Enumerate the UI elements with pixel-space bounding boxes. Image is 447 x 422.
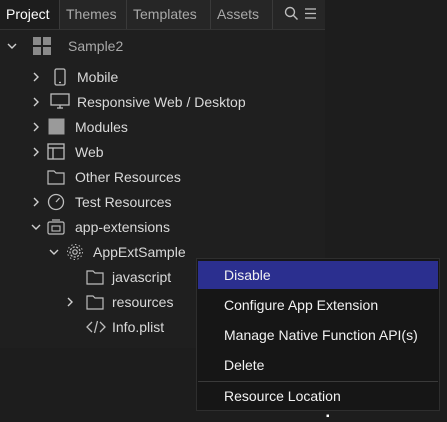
menu-item-label: Configure App Extension: [224, 297, 379, 313]
folder-icon: [47, 168, 65, 186]
tree-item-label: Sample2: [68, 37, 124, 54]
chevron-right-icon[interactable]: [30, 146, 42, 158]
tree-item-label: javascript: [112, 268, 172, 285]
menu-item-configure-app-extension[interactable]: Configure App Extension: [198, 291, 438, 319]
chevron-down-icon[interactable]: [6, 40, 18, 52]
folder-icon: [86, 268, 104, 286]
tab-themes[interactable]: Themes: [60, 0, 127, 29]
grid-icon: [31, 35, 53, 57]
tree-item-modules[interactable]: Modules: [0, 114, 325, 139]
phone-icon: [51, 67, 69, 86]
monitor-icon: [49, 93, 71, 111]
folder-icon: [86, 293, 104, 311]
tab-label: Themes: [66, 6, 117, 22]
code-icon: [86, 318, 106, 336]
menu-item-label: Disable: [224, 267, 271, 283]
tree-item-responsive-web[interactable]: Responsive Web / Desktop: [0, 89, 325, 114]
mouse-cursor-icon: ▪: [326, 411, 330, 422]
chevron-right-icon[interactable]: [30, 121, 42, 133]
tab-assets[interactable]: Assets: [211, 0, 273, 29]
panel-tabs: Project Themes Templates Assets: [0, 0, 325, 30]
tree-item-other-resources[interactable]: Other Resources: [0, 164, 325, 189]
tab-label: Assets: [217, 6, 260, 22]
chevron-right-icon[interactable]: [30, 196, 42, 208]
tab-tools: [276, 0, 325, 29]
chevron-down-icon[interactable]: [30, 221, 42, 233]
tab-project[interactable]: Project: [0, 0, 60, 29]
tree-item-label: Other Resources: [75, 168, 181, 185]
tab-label: Templates: [133, 6, 197, 22]
menu-item-delete[interactable]: Delete: [198, 351, 438, 379]
tree-item-label: Web: [75, 143, 104, 160]
search-icon[interactable]: [284, 6, 299, 24]
list-icon[interactable]: [303, 6, 318, 24]
menu-item-manage-native-function-apis[interactable]: Manage Native Function API(s): [198, 321, 438, 349]
chevron-down-icon[interactable]: [48, 246, 60, 258]
gear-icon: [66, 243, 84, 261]
tab-templates[interactable]: Templates: [127, 0, 211, 29]
tree-root-sample2[interactable]: Sample2: [0, 33, 325, 58]
menu-item-disable[interactable]: Disable: [198, 261, 438, 289]
web-icon: [47, 143, 65, 161]
tree-item-label: Responsive Web / Desktop: [77, 93, 246, 110]
context-menu: Disable Configure App Extension Manage N…: [196, 258, 440, 411]
tree-item-web[interactable]: Web: [0, 139, 325, 164]
menu-item-label: Resource Location: [224, 388, 341, 404]
tree-item-label: Test Resources: [75, 193, 172, 210]
menu-item-label: Delete: [224, 357, 265, 373]
menu-item-label: Manage Native Function API(s): [224, 327, 418, 343]
extension-icon: [47, 218, 65, 236]
tree-item-test-resources[interactable]: Test Resources: [0, 189, 325, 214]
chevron-right-icon[interactable]: [30, 96, 42, 108]
gauge-icon: [47, 193, 65, 211]
tree-item-label: AppExtSample: [93, 243, 186, 260]
tree-item-label: app-extensions: [75, 218, 170, 235]
tree-item-mobile[interactable]: Mobile: [0, 64, 325, 89]
tree-item-label: resources: [112, 293, 174, 310]
menu-item-resource-location[interactable]: Resource Location: [198, 382, 438, 410]
tree-item-label: Modules: [75, 118, 128, 135]
tab-label: Project: [6, 6, 50, 22]
chevron-right-icon[interactable]: [30, 71, 42, 83]
chevron-right-icon[interactable]: [64, 296, 76, 308]
tree-item-label: Mobile: [77, 68, 119, 85]
module-icon: [47, 118, 65, 136]
tree-item-label: Info.plist: [112, 318, 165, 335]
tree-item-app-extensions[interactable]: app-extensions: [0, 214, 325, 239]
